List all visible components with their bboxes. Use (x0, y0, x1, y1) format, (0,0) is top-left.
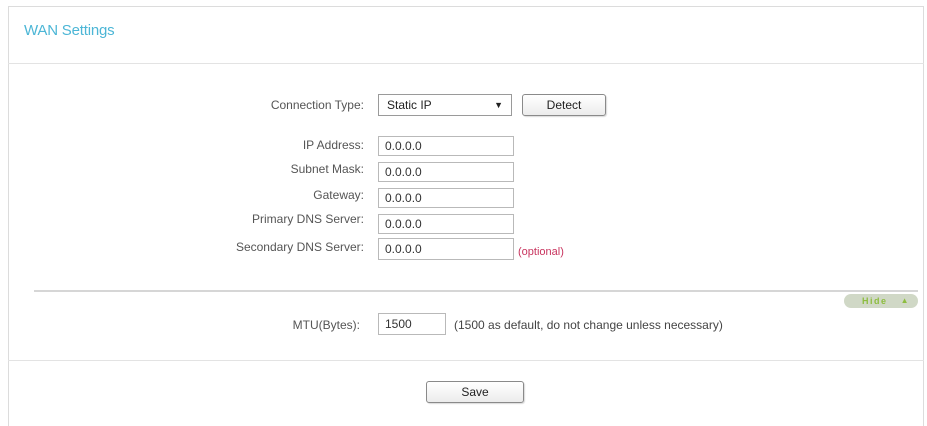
primary-dns-input[interactable] (378, 214, 514, 234)
page-title: WAN Settings (24, 22, 115, 39)
ip-address-input[interactable] (378, 136, 514, 156)
mtu-note: (1500 as default, do not change unless n… (454, 318, 723, 332)
gateway-label: Gateway: (313, 188, 364, 202)
chevron-up-icon: ▲ (900, 296, 910, 305)
connection-type-value: Static IP (387, 98, 432, 112)
hide-toggle-button[interactable]: Hide ▲ (844, 294, 918, 308)
primary-dns-label: Primary DNS Server: (251, 212, 364, 226)
connection-type-label: Connection Type: (270, 98, 364, 112)
subnet-mask-label: Subnet Mask: (290, 162, 364, 176)
connection-type-select[interactable]: Static IP ▼ (378, 94, 512, 116)
gateway-input[interactable] (378, 188, 514, 208)
header-divider (8, 63, 924, 64)
save-button[interactable]: Save (426, 381, 524, 403)
hide-toggle-label: Hide (862, 296, 888, 306)
advanced-divider (34, 290, 918, 292)
chevron-down-icon: ▼ (494, 100, 503, 110)
detect-button[interactable]: Detect (522, 94, 606, 116)
secondary-dns-input[interactable] (378, 238, 514, 260)
mtu-input[interactable] (378, 313, 446, 335)
subnet-mask-input[interactable] (378, 162, 514, 182)
ip-address-label: IP Address: (302, 138, 364, 152)
footer-divider (8, 360, 924, 361)
mtu-label: MTU(Bytes): (292, 318, 360, 332)
optional-hint: (optional) (518, 246, 564, 258)
secondary-dns-label: Secondary DNS Server: (235, 240, 364, 254)
